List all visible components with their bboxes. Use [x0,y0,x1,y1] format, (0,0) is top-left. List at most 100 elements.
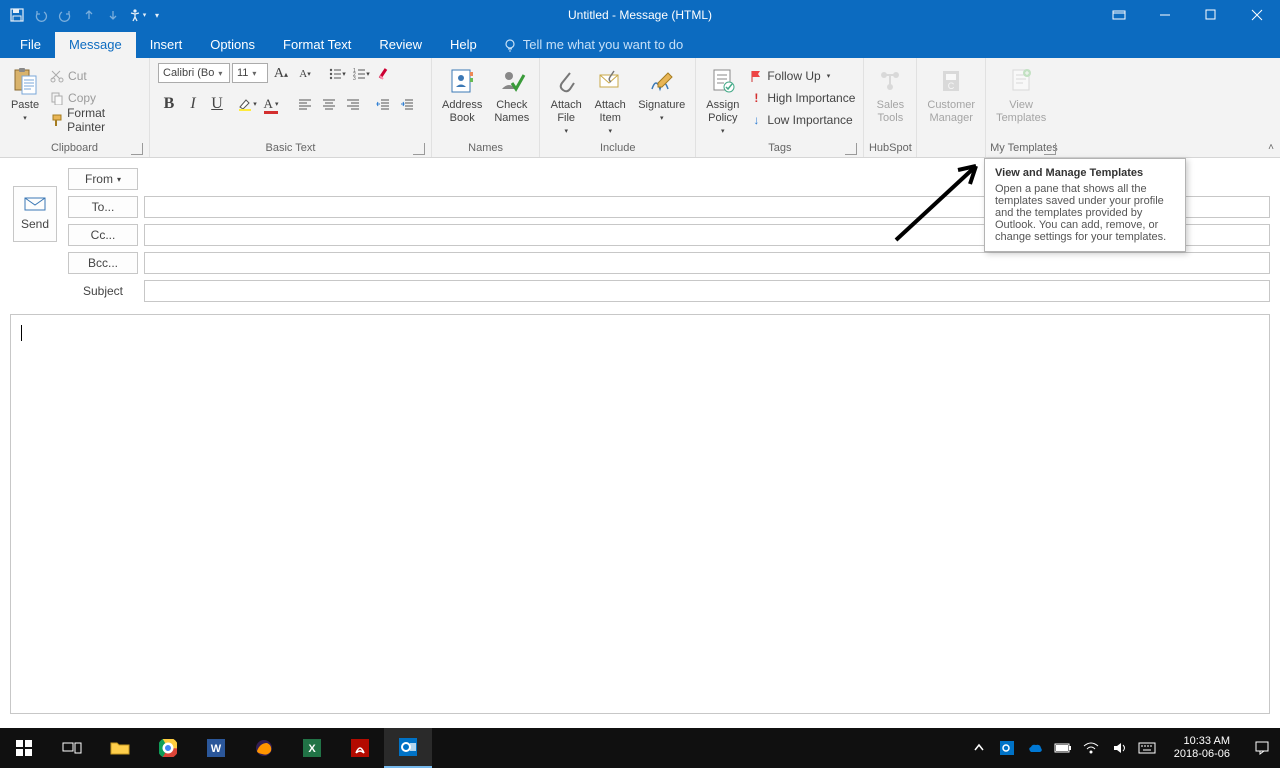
undo-icon[interactable] [30,4,52,26]
tab-file[interactable]: File [6,32,55,58]
task-view-button[interactable] [48,728,96,768]
underline-button[interactable]: U [206,93,228,115]
increase-indent-button[interactable] [396,93,418,115]
attach-file-button[interactable]: Attach File▾ [544,63,588,140]
previous-item-icon[interactable] [78,4,100,26]
italic-button[interactable]: I [182,93,204,115]
subject-input[interactable] [144,280,1270,302]
group-clipboard: Paste ▾ Cut Copy Format Painter Clipboar… [0,58,150,157]
word-icon: W [207,739,225,757]
paste-button[interactable]: Paste ▾ [4,63,46,127]
group-label-clipboard: Clipboard [51,142,98,154]
view-templates-button[interactable]: View Templates [990,63,1052,127]
customer-manager-button[interactable]: C Customer Manager [921,63,981,127]
maximize-button[interactable] [1188,0,1234,30]
tray-overflow-icon[interactable] [970,739,988,757]
collapse-ribbon-icon[interactable]: ˄ [1268,142,1274,153]
tab-help[interactable]: Help [436,32,491,58]
tab-review[interactable]: Review [365,32,436,58]
follow-up-button[interactable]: Follow Up▾ [745,65,859,87]
tray-volume-icon[interactable] [1110,739,1128,757]
attach-item-button[interactable]: Attach Item▾ [588,63,632,140]
taskbar-file-explorer[interactable] [96,728,144,768]
to-button[interactable]: To... [68,196,138,218]
tray-clock[interactable]: 10:33 AM 2018-06-06 [1166,735,1238,761]
redo-icon[interactable] [54,4,76,26]
svg-text:C: C [948,81,955,91]
tab-message[interactable]: Message [55,32,136,58]
taskbar-firefox[interactable] [240,728,288,768]
minimize-button[interactable] [1142,0,1188,30]
start-button[interactable] [0,728,48,768]
cc-button[interactable]: Cc... [68,224,138,246]
acrobat-icon [351,739,369,757]
tab-format-text[interactable]: Format Text [269,32,365,58]
tell-me-search[interactable]: Tell me what you want to do [491,32,695,58]
save-icon[interactable] [6,4,28,26]
decrease-indent-button[interactable] [372,93,394,115]
tray-keyboard-icon[interactable] [1138,739,1156,757]
send-label: Send [21,217,49,231]
text-cursor [21,325,22,341]
close-button[interactable] [1234,0,1280,30]
format-painter-button[interactable]: Format Painter [46,109,145,131]
ribbon-display-options-icon[interactable] [1096,0,1142,30]
taskbar-excel[interactable]: X [288,728,336,768]
align-right-button[interactable] [342,93,364,115]
sales-tools-button[interactable]: Sales Tools [868,63,912,127]
font-name-combo[interactable]: Calibri (Bo▾ [158,63,230,83]
bullets-button[interactable]: ▾ [326,63,348,85]
bcc-button[interactable]: Bcc... [68,252,138,274]
tray-date: 2018-06-06 [1174,748,1230,761]
ribbon-tabs: File Message Insert Options Format Text … [0,30,1280,58]
bold-button[interactable]: B [158,93,180,115]
align-left-button[interactable] [294,93,316,115]
svg-text:X: X [308,743,316,755]
next-item-icon[interactable] [102,4,124,26]
send-button[interactable]: Send [13,186,57,242]
quick-access-toolbar: ▾ ▾ [0,4,164,26]
from-button[interactable]: From▾ [68,168,138,190]
grow-font-button[interactable]: A▴ [270,63,292,85]
address-book-button[interactable]: Address Book [436,63,488,127]
message-body[interactable] [10,314,1270,714]
dialog-launcher-icon[interactable] [845,143,857,155]
font-color-button[interactable]: A▾ [260,93,282,115]
dialog-launcher-icon[interactable] [1044,143,1056,155]
signature-button[interactable]: Signature ▾ [632,63,691,127]
high-importance-button[interactable]: !High Importance [745,87,859,109]
check-names-button[interactable]: Check Names [488,63,535,127]
clear-formatting-button[interactable] [374,63,396,85]
bcc-input[interactable] [144,252,1270,274]
hubspot-icon [874,65,906,97]
group-basic-text: Calibri (Bo▾ 11▾ A▴ A▾ ▾ 123▾ B I U ▾ A▾ [150,58,432,157]
qat-customize-icon[interactable]: ▾ [150,4,164,26]
numbering-button[interactable]: 123▾ [350,63,372,85]
tray-notifications-icon[interactable] [1248,739,1276,757]
tray-battery-icon[interactable] [1054,739,1072,757]
flag-icon [749,69,763,83]
assign-policy-button[interactable]: Assign Policy▾ [700,63,745,140]
shrink-font-button[interactable]: A▾ [294,63,316,85]
tab-options[interactable]: Options [196,32,269,58]
font-size-combo[interactable]: 11▾ [232,63,268,83]
align-center-button[interactable] [318,93,340,115]
dialog-launcher-icon[interactable] [413,143,425,155]
taskbar-word[interactable]: W [192,728,240,768]
taskbar-acrobat[interactable] [336,728,384,768]
low-importance-button[interactable]: ↓Low Importance [745,109,859,131]
taskbar-chrome[interactable] [144,728,192,768]
dialog-launcher-icon[interactable] [131,143,143,155]
customer-manager-icon: C [935,65,967,97]
accessibility-icon[interactable]: ▾ [126,4,148,26]
tab-insert[interactable]: Insert [136,32,197,58]
highlight-button[interactable]: ▾ [236,93,258,115]
copy-button[interactable]: Copy [46,87,145,109]
tray-onedrive-icon[interactable] [1026,739,1044,757]
cut-button[interactable]: Cut [46,65,145,87]
scissors-icon [50,69,64,83]
tray-wifi-icon[interactable] [1082,739,1100,757]
taskbar-outlook[interactable] [384,728,432,768]
tray-outlook-icon[interactable] [998,739,1016,757]
group-hubspot: Sales Tools HubSpot [864,58,917,157]
